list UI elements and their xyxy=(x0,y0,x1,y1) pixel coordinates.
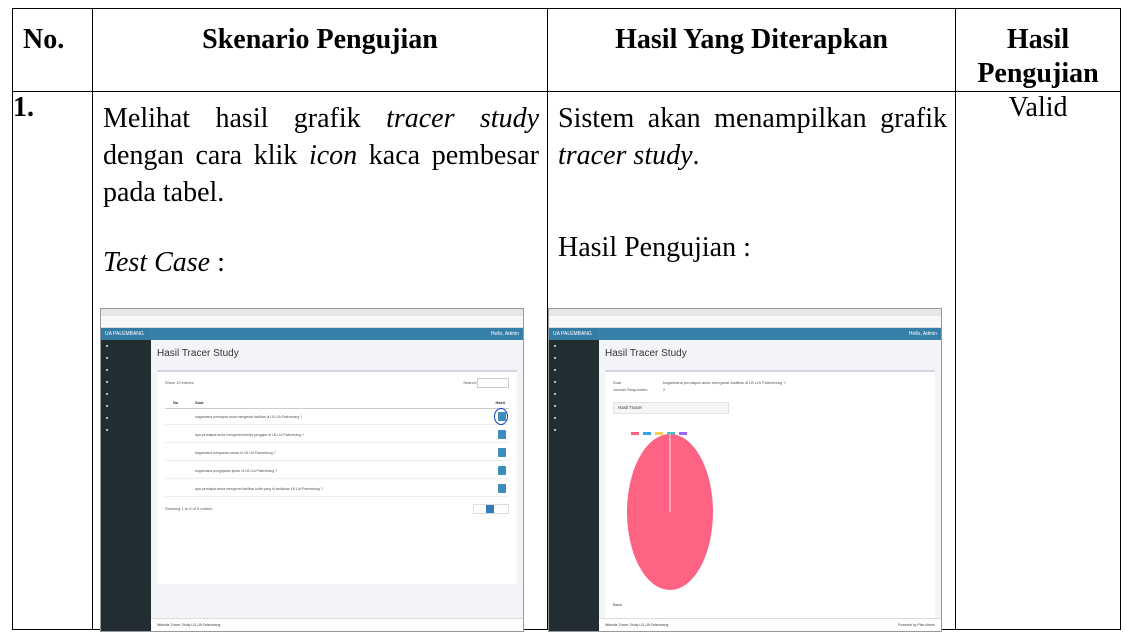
user-menu: Hello, Admin xyxy=(490,331,519,337)
sidebar-item: ■ xyxy=(554,415,557,420)
page-title: Hasil Tracer Study xyxy=(157,348,239,359)
pagination xyxy=(473,504,509,514)
sidebar-item: ■ xyxy=(554,355,557,360)
col-hasil: Hasil xyxy=(495,400,505,405)
table-row: apa pendapat anda mengenai kinerja penga… xyxy=(165,428,509,443)
result-valid: Valid xyxy=(955,91,1121,630)
col-soal: Soal xyxy=(195,400,204,405)
pie-chart xyxy=(627,434,713,590)
hasil-pengujian-label: Hasil Pengujian : xyxy=(558,232,751,263)
app-topbar: UA PALEMBANG Hello, Admin xyxy=(549,328,941,340)
table-row: bagaimana pelayanan staaa di LB LIA Pale… xyxy=(165,446,509,461)
soal-value: bagaimana pendapat anda mengenai fasilit… xyxy=(663,380,786,385)
sidebar-item: ■ xyxy=(554,343,557,348)
responden-label: Jumlah Responden xyxy=(613,387,648,392)
magnifier-button xyxy=(498,430,506,439)
back-link: Back xyxy=(613,602,622,607)
row-number: 1. xyxy=(12,91,93,630)
app-footer: Website Tracer Study LB LIA Palembang xyxy=(151,618,523,631)
magnifier-button xyxy=(498,466,506,475)
sidebar-item: ■ xyxy=(106,403,109,408)
browser-tabbar xyxy=(549,309,941,316)
browser-urlbar xyxy=(549,316,941,328)
user-menu: Hello, Admin xyxy=(908,331,937,337)
chart-title: Hasil Tracer xyxy=(613,402,729,414)
table-row: apa pendapat anda mengenai fasilitas toi… xyxy=(165,482,509,497)
app-footer: Website Tracer Study LB LIA Palembang Po… xyxy=(599,618,941,631)
sidebar-item: ■ xyxy=(554,403,557,408)
sidebar-item: ■ xyxy=(106,427,109,432)
sidebar-item: ■ xyxy=(554,427,557,432)
table-row: bagaimana pendapat anda mengenai fasilit… xyxy=(165,410,509,425)
magnifier-button xyxy=(498,484,506,493)
responden-value: 2 xyxy=(663,387,666,392)
soal-label: Soal xyxy=(613,380,622,385)
header-hasil-diterapkan: Hasil Yang Diterapkan xyxy=(547,8,956,92)
showing-entries: Showing 1 to 5 of 5 entries xyxy=(165,506,213,511)
show-entries: Show 10 entries xyxy=(165,380,194,385)
test-case-screenshot: UA PALEMBANG Hello, Admin ■ ■ ■ ■ ■ ■ ■ ■ Hasil… xyxy=(100,308,524,632)
browser-tabbar xyxy=(101,309,523,316)
skenario-text: Melihat hasil grafik tracer study dengan… xyxy=(103,103,540,208)
app-sidebar: ■ ■ ■ ■ ■ ■ ■ ■ xyxy=(549,340,599,631)
test-case-label: Test Case : xyxy=(103,247,225,278)
chart-box: Soal bagaimana pendapat anda mengenai fa… xyxy=(605,370,935,620)
col-no: No xyxy=(173,400,179,405)
sidebar-item: ■ xyxy=(554,379,557,384)
table-row: bagaimana pengajaran jantor di LB LIA Pa… xyxy=(165,464,509,479)
sidebar-item: ■ xyxy=(554,391,557,396)
page-title: Hasil Tracer Study xyxy=(605,348,687,359)
sidebar-item: ■ xyxy=(106,355,109,360)
app-content: Hasil Tracer Study Soal bagaimana pendap… xyxy=(599,340,941,631)
brand-label: UA PALEMBANG xyxy=(101,328,150,340)
app-content: Hasil Tracer Study Show 10 entries Searc… xyxy=(151,340,523,631)
header-no: No. xyxy=(12,8,93,92)
brand-label: UA PALEMBANG xyxy=(549,328,598,340)
sidebar-item: ■ xyxy=(106,343,109,348)
search-input xyxy=(477,378,509,388)
sidebar-item: ■ xyxy=(106,391,109,396)
sidebar-item: ■ xyxy=(106,415,109,420)
header-row: No. Skenario Pengujian Hasil Yang Ditera… xyxy=(12,8,1121,92)
app-topbar: UA PALEMBANG Hello, Admin xyxy=(101,328,523,340)
sidebar-item: ■ xyxy=(106,367,109,372)
search-label: Search: xyxy=(463,380,477,385)
header-skenario: Skenario Pengujian xyxy=(92,8,548,92)
header-hasil-pengujian: Hasil Pengujian xyxy=(955,8,1121,92)
hasil-text: Sistem akan menampilkan grafik tracer st… xyxy=(558,103,947,171)
sidebar-item: ■ xyxy=(106,379,109,384)
table-box: Show 10 entries Search: No Soal Hasil ba… xyxy=(157,370,517,584)
magnifier-button xyxy=(498,448,506,457)
table-header: No Soal Hasil xyxy=(165,396,509,409)
browser-urlbar xyxy=(101,316,523,328)
highlight-circle xyxy=(494,408,508,425)
sidebar-item: ■ xyxy=(554,367,557,372)
result-screenshot: UA PALEMBANG Hello, Admin ■ ■ ■ ■ ■ ■ ■ ■ Hasil… xyxy=(548,308,942,632)
app-sidebar: ■ ■ ■ ■ ■ ■ ■ ■ xyxy=(101,340,151,631)
